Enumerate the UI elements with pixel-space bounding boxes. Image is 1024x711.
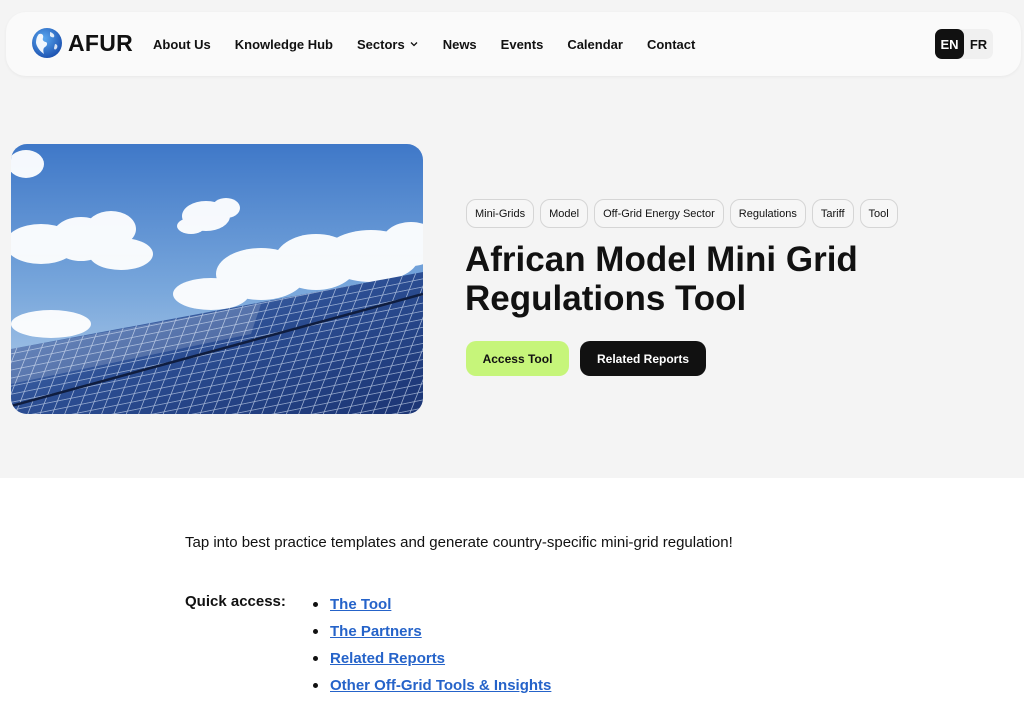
language-switcher: EN FR xyxy=(935,29,993,59)
quick-access-label: Quick access: xyxy=(185,593,286,610)
bullet-icon xyxy=(313,602,318,607)
chevron-down-icon xyxy=(410,42,418,47)
quick-access-list: The Tool The Partners Related Reports Ot… xyxy=(313,591,551,699)
tag-tool[interactable]: Tool xyxy=(859,199,898,228)
lang-fr-button[interactable]: FR xyxy=(964,29,993,59)
link-the-tool[interactable]: The Tool xyxy=(330,596,391,613)
nav-sectors[interactable]: Sectors xyxy=(357,37,419,52)
navbar: AFUR About Us Knowledge Hub Sectors News… xyxy=(6,12,1021,76)
main-nav: About Us Knowledge Hub Sectors News Even… xyxy=(153,12,719,76)
bullet-icon xyxy=(313,629,318,634)
link-other-off-grid-tools[interactable]: Other Off-Grid Tools & Insights xyxy=(330,677,551,694)
nav-contact[interactable]: Contact xyxy=(647,37,695,52)
lang-en-button[interactable]: EN xyxy=(935,29,964,59)
nav-about-us[interactable]: About Us xyxy=(153,37,211,52)
bullet-icon xyxy=(313,683,318,688)
related-reports-button[interactable]: Related Reports xyxy=(580,341,706,376)
brand-name: AFUR xyxy=(68,29,134,56)
list-item: Related Reports xyxy=(313,645,551,672)
list-item: The Tool xyxy=(313,591,551,618)
nav-calendar[interactable]: Calendar xyxy=(567,37,623,52)
tag-off-grid-energy-sector[interactable]: Off-Grid Energy Sector xyxy=(594,199,724,228)
nav-events[interactable]: Events xyxy=(501,37,544,52)
tag-tariff[interactable]: Tariff xyxy=(811,199,854,228)
hero-image-solar-panels xyxy=(11,144,423,414)
list-item: Other Off-Grid Tools & Insights xyxy=(313,672,551,699)
logo[interactable]: AFUR xyxy=(31,27,133,59)
link-related-reports[interactable]: Related Reports xyxy=(330,650,445,667)
nav-news[interactable]: News xyxy=(443,37,477,52)
intro-text: Tap into best practice templates and gen… xyxy=(185,534,733,551)
bullet-icon xyxy=(313,656,318,661)
tag-list: Mini-Grids Model Off-Grid Energy Sector … xyxy=(466,199,904,228)
tag-regulations[interactable]: Regulations xyxy=(729,199,806,228)
nav-sectors-label: Sectors xyxy=(357,36,405,52)
link-the-partners[interactable]: The Partners xyxy=(330,623,422,640)
access-tool-button[interactable]: Access Tool xyxy=(466,341,569,376)
globe-icon xyxy=(32,28,62,58)
tag-model[interactable]: Model xyxy=(540,199,589,228)
page-title: African Model Mini Grid Regulations Tool xyxy=(465,240,858,318)
nav-knowledge-hub[interactable]: Knowledge Hub xyxy=(235,37,333,52)
list-item: The Partners xyxy=(313,618,551,645)
tag-mini-grids[interactable]: Mini-Grids xyxy=(466,199,535,228)
